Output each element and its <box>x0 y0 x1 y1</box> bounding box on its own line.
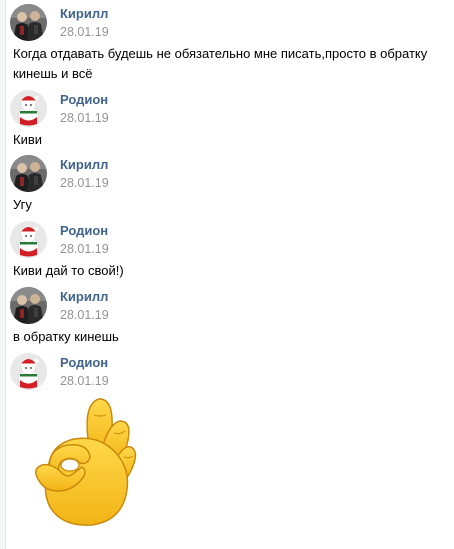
message-date[interactable]: 28.01.19 <box>60 111 109 125</box>
message-date[interactable]: 28.01.19 <box>60 374 109 388</box>
message-text: Угу <box>13 197 32 212</box>
rodion-avatar-icon[interactable] <box>10 90 47 127</box>
chat-left-border <box>0 0 6 549</box>
message-date[interactable]: 28.01.19 <box>60 308 109 322</box>
message-date[interactable]: 28.01.19 <box>60 242 109 256</box>
author-name[interactable]: Кирилл <box>60 157 108 172</box>
author-name[interactable]: Кирилл <box>60 6 108 21</box>
kirill-avatar-icon[interactable] <box>10 4 47 41</box>
message-text: в обратку кинешь <box>13 329 119 344</box>
chat-history: Кирилл 28.01.19 Когда отдавать будешь не… <box>0 0 454 549</box>
author-name[interactable]: Родион <box>60 355 108 370</box>
author-name[interactable]: Родион <box>60 92 108 107</box>
kirill-avatar-icon[interactable] <box>10 155 47 192</box>
message-text: Киви дай то свой!) <box>13 263 124 278</box>
rodion-avatar-icon[interactable] <box>10 353 47 390</box>
message-text: Киви <box>13 132 43 147</box>
ok-hand-emoji-icon <box>28 395 138 527</box>
message-date[interactable]: 28.01.19 <box>60 25 109 39</box>
message-date[interactable]: 28.01.19 <box>60 176 109 190</box>
message-text: Когда отдавать будешь не обязательно мне… <box>13 46 428 81</box>
author-name[interactable]: Родион <box>60 223 108 238</box>
kirill-avatar-icon[interactable] <box>10 287 47 324</box>
author-name[interactable]: Кирилл <box>60 289 108 304</box>
rodion-avatar-icon[interactable] <box>10 221 47 258</box>
